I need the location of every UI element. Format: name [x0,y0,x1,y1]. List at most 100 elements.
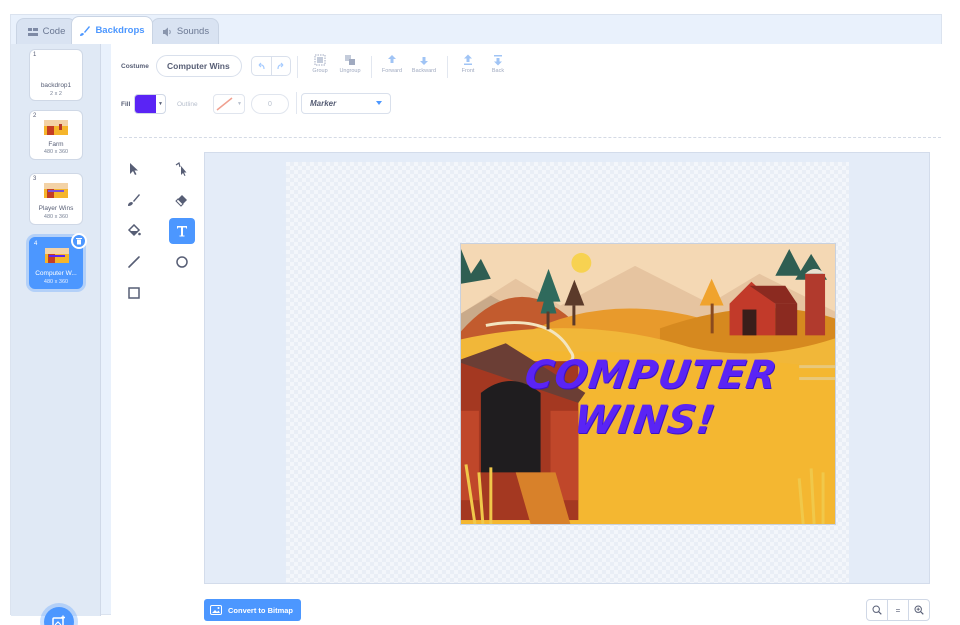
forward-label: Forward [381,68,403,74]
toolbar-divider [296,92,297,114]
font-dropdown[interactable]: Marker [301,93,391,114]
toolbar-divider-line [119,137,941,138]
front-icon [464,54,472,65]
eraser-icon [175,195,187,207]
costume-name-input[interactable]: Computer Wins [156,55,242,77]
computer-wins-text[interactable]: COMPUTER WINS! [461,353,835,443]
font-dropdown-value: Marker [310,99,337,108]
player-wins-thumbnail [44,183,68,198]
tab-code-label: Code [42,26,66,37]
zoom-in-button[interactable]: + [908,600,929,620]
backdrop-size: 480 x 360 [43,279,69,285]
zoom-out-icon [872,605,882,615]
tab-sounds-label: Sounds [176,26,210,37]
text-tool[interactable] [169,218,195,244]
toolbar-divider [371,56,372,78]
canvas-checkerboard[interactable]: COMPUTER WINS! [286,162,849,583]
backward-label: Backward [411,68,437,74]
backdrop-item-3[interactable]: 3 Player Wins 480 x 360 [29,173,83,225]
backdrop-size: 480 x 360 [43,214,69,220]
add-backdrop-icon [52,615,65,625]
outline-width-input[interactable]: 0 [251,94,289,114]
zoom-reset-button[interactable]: = [887,600,908,620]
outline-none-swatch [214,95,235,113]
convert-to-bitmap-label: Convert to Bitmap [228,605,294,615]
backdrop-number: 4 [34,241,38,247]
fill-tool[interactable] [121,218,147,244]
front-label: Front [461,68,475,74]
delete-backdrop-button[interactable] [71,233,87,249]
tab-backdrops[interactable]: Backdrops [71,16,153,44]
costume-label: Costume [121,63,149,70]
backward-button[interactable]: Backward [409,54,439,80]
chevron-down-icon: ▼ [237,101,242,107]
tab-sounds[interactable]: Sounds [151,18,219,44]
toolbar-divider [297,56,298,78]
backdrop-item-2[interactable]: 2 Farm 480 x 360 [29,110,83,160]
convert-to-bitmap-button[interactable]: Convert to Bitmap [204,599,301,621]
zoom-controls: − = + [866,599,930,621]
undo-button[interactable] [252,57,271,75]
editor-toolbar-style: Fill ▼ Outline ▼ 0 Marker [119,92,919,118]
fill-color-picker[interactable]: ▼ [134,94,166,114]
rectangle-tool[interactable] [121,280,147,306]
reshape-icon [175,162,187,176]
speaker-icon [162,27,171,36]
select-tool[interactable] [121,156,147,182]
paint-editor-app: Code Backdrops Sounds 1 backdrop1 2 x 2 … [10,14,943,625]
trash-icon [76,238,82,245]
backdrop-number: 1 [33,52,37,58]
ungroup-button[interactable]: Ungroup [335,54,365,80]
group-icon [314,54,326,66]
tab-bar: Code Backdrops Sounds [11,15,941,44]
chevron-down-icon: ▼ [158,101,163,107]
editor-toolbar-top: Costume Computer Wins Group Ungroup Forw… [119,54,919,80]
paint-editor: Costume Computer Wins Group Ungroup Forw… [111,44,943,621]
choose-backdrop-button[interactable] [44,607,74,625]
line-tool[interactable] [121,249,147,275]
backdrop-name: Player Wins [38,205,74,212]
zoom-in-icon [914,605,924,615]
text-icon [177,226,187,237]
tab-code[interactable]: Code [16,18,76,44]
computer-wins-thumbnail [45,248,69,263]
redo-icon [277,62,284,70]
arrow-pointer-icon [130,163,138,175]
forward-icon [388,55,396,63]
fill-label: Fill [121,101,131,108]
forward-button[interactable]: Forward [377,54,407,80]
backdrop-name: backdrop1 [40,82,72,89]
fill-color-swatch [135,95,156,113]
backdrop-item-4[interactable]: 4 Computer W... 480 x 360 [29,233,87,289]
paint-bucket-icon [127,224,141,237]
reshape-tool[interactable] [169,156,195,182]
group-label: Group [312,68,328,74]
back-icon [494,55,502,66]
backdrop-number: 3 [33,176,37,182]
back-label: Back [491,68,505,74]
outline-color-picker[interactable]: ▼ [213,94,245,114]
eraser-tool[interactable] [169,187,195,213]
undo-icon [258,62,265,70]
front-button[interactable]: Front [453,54,483,80]
backdrop-size: 2 x 2 [50,91,62,97]
redo-button[interactable] [270,57,291,75]
no-color-icon [216,97,233,111]
backdrop-name: Farm [48,141,64,148]
brush-icon [80,25,91,36]
back-button[interactable]: Back [483,54,513,80]
zoom-reset-label: = [895,605,901,615]
toolbar-divider [447,56,448,78]
backdrop-item-1[interactable]: 1 backdrop1 2 x 2 [29,49,83,101]
farm-thumbnail [44,120,68,135]
zoom-out-button[interactable]: − [867,600,887,620]
circle-tool[interactable] [169,249,195,275]
ungroup-label: Ungroup [339,68,361,74]
group-button[interactable]: Group [305,54,335,80]
brush-tool[interactable] [121,187,147,213]
backward-icon [420,57,428,65]
backdrop-artwork[interactable]: COMPUTER WINS! [460,243,836,525]
line-icon [128,256,140,268]
circle-icon [176,256,188,268]
undo-redo-group [251,56,291,76]
